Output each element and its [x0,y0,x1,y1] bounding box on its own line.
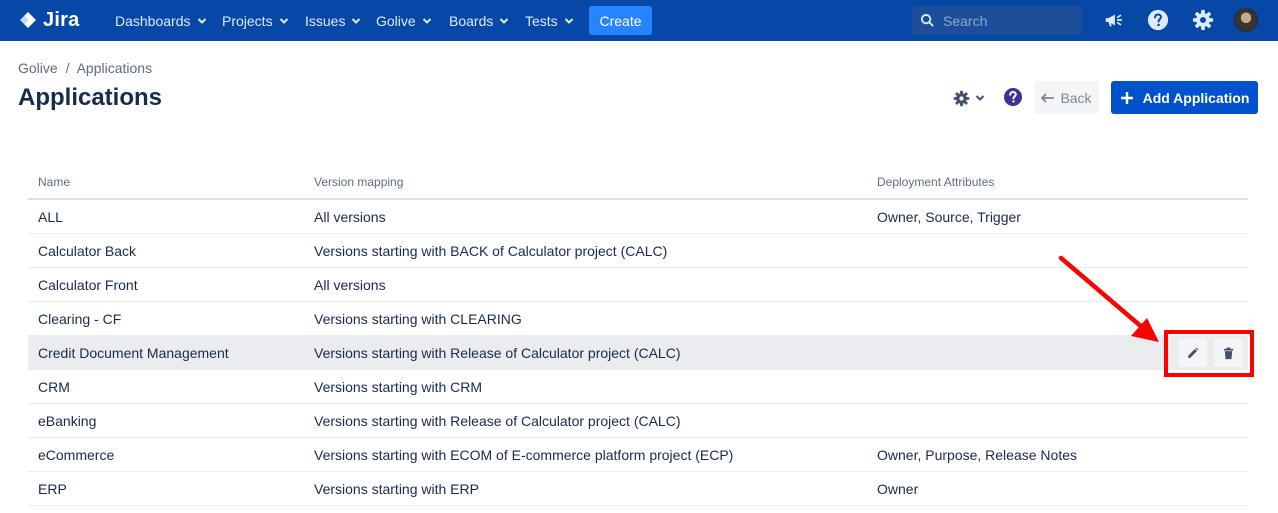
header-deployment-attributes[interactable]: Deployment Attributes [877,175,994,189]
nav-issues[interactable]: Issues [305,0,361,41]
nav-projects-label: Projects [222,12,273,29]
add-application-button[interactable]: Add Application [1111,81,1258,114]
back-button-label: Back [1060,89,1092,106]
cell-mapping: Versions starting with CRM [314,379,483,395]
help-icon [1147,9,1169,31]
megaphone-icon [1105,14,1123,27]
user-avatar[interactable] [1234,8,1258,32]
page-title: Applications [18,84,163,111]
plus-icon [1120,91,1133,104]
nav-boards-label: Boards [449,12,494,29]
cell-attributes: Owner, Purpose, Release Notes [877,447,1077,463]
chevron-down-icon [564,17,573,24]
cell-mapping: Versions starting with BACK of Calculato… [314,243,668,259]
breadcrumb: Golive / Applications [18,60,152,76]
nav-golive-label: Golive [376,12,416,29]
cell-mapping: Versions starting with CLEARING [314,311,522,327]
nav-boards[interactable]: Boards [449,0,509,41]
nav-golive[interactable]: Golive [376,0,432,41]
nav-issues-label: Issues [305,12,346,29]
cell-mapping: All versions [314,277,386,293]
cell-name: eCommerce [38,447,115,463]
nav-dashboards[interactable]: Dashboards [115,0,207,41]
cell-name: Credit Document Management [38,345,229,361]
cell-name: eBanking [38,413,97,429]
cell-mapping: All versions [314,209,386,225]
cell-attributes: Owner [877,481,919,497]
chevron-down-icon [500,17,509,24]
cell-name: ERP [38,481,67,497]
nav-tests[interactable]: Tests [525,0,574,41]
page-help-button[interactable] [1003,87,1023,107]
header-name[interactable]: Name [38,175,70,189]
cell-name: Clearing - CF [38,311,122,327]
breadcrumb-golive[interactable]: Golive [18,60,58,76]
table-row[interactable]: eBanking Versions starting with Release … [28,404,1248,438]
cell-mapping: Versions starting with Release of Calcul… [314,345,681,361]
logo-text: Jira [43,9,80,31]
table-row[interactable]: ALL All versions Owner, Source, Trigger [28,200,1248,234]
cell-name: Calculator Back [38,243,137,259]
cell-mapping: Versions starting with ERP [314,481,479,497]
gear-icon [953,90,970,106]
nav-tests-label: Tests [525,12,558,29]
settings-icon [1192,9,1214,31]
cell-name: CRM [38,379,70,395]
nav-projects[interactable]: Projects [222,0,289,41]
table-row[interactable]: eCommerce Versions starting with ECOM of… [28,438,1248,472]
back-button[interactable]: Back [1034,81,1099,114]
notifications-button[interactable] [1102,8,1126,32]
jira-logo-icon [20,11,36,28]
chevron-down-icon [279,17,288,24]
cell-name: Calculator Front [38,277,138,293]
table-row[interactable]: CRM Versions starting with CRM [28,370,1248,404]
add-application-label: Add Application [1142,89,1250,106]
search-box[interactable] [912,6,1082,35]
jira-logo[interactable]: Jira [18,9,79,32]
chevron-down-icon [197,17,206,24]
chevron-down-icon [422,17,431,24]
table-header: Name Version mapping Deployment Attribut… [28,164,1248,200]
annotation-highlight-box [1164,330,1254,377]
search-input[interactable] [943,12,1073,29]
breadcrumb-applications[interactable]: Applications [77,60,153,76]
breadcrumb-separator: / [65,60,70,76]
nav-dashboards-label: Dashboards [115,12,191,29]
table-row[interactable]: ERP Versions starting with ERP Owner [28,472,1248,506]
settings-button[interactable] [1191,8,1215,32]
arrow-left-icon [1041,92,1055,103]
cell-mapping: Versions starting with Release of Calcul… [314,413,681,429]
chevron-down-icon [352,17,361,24]
cell-name: ALL [38,209,63,225]
help-button[interactable] [1146,8,1170,32]
cell-mapping: Versions starting with ECOM of E-commerc… [314,447,734,463]
create-button[interactable]: Create [589,6,652,35]
question-circle-icon [1004,88,1022,106]
top-nav: Jira Dashboards Projects Issues Golive B… [0,0,1278,41]
page-settings-button[interactable] [953,86,989,110]
cell-attributes: Owner, Source, Trigger [877,209,1021,225]
chevron-down-icon [975,95,985,101]
annotation-arrow [1058,255,1159,342]
header-version-mapping[interactable]: Version mapping [314,175,403,189]
search-icon [920,13,934,27]
